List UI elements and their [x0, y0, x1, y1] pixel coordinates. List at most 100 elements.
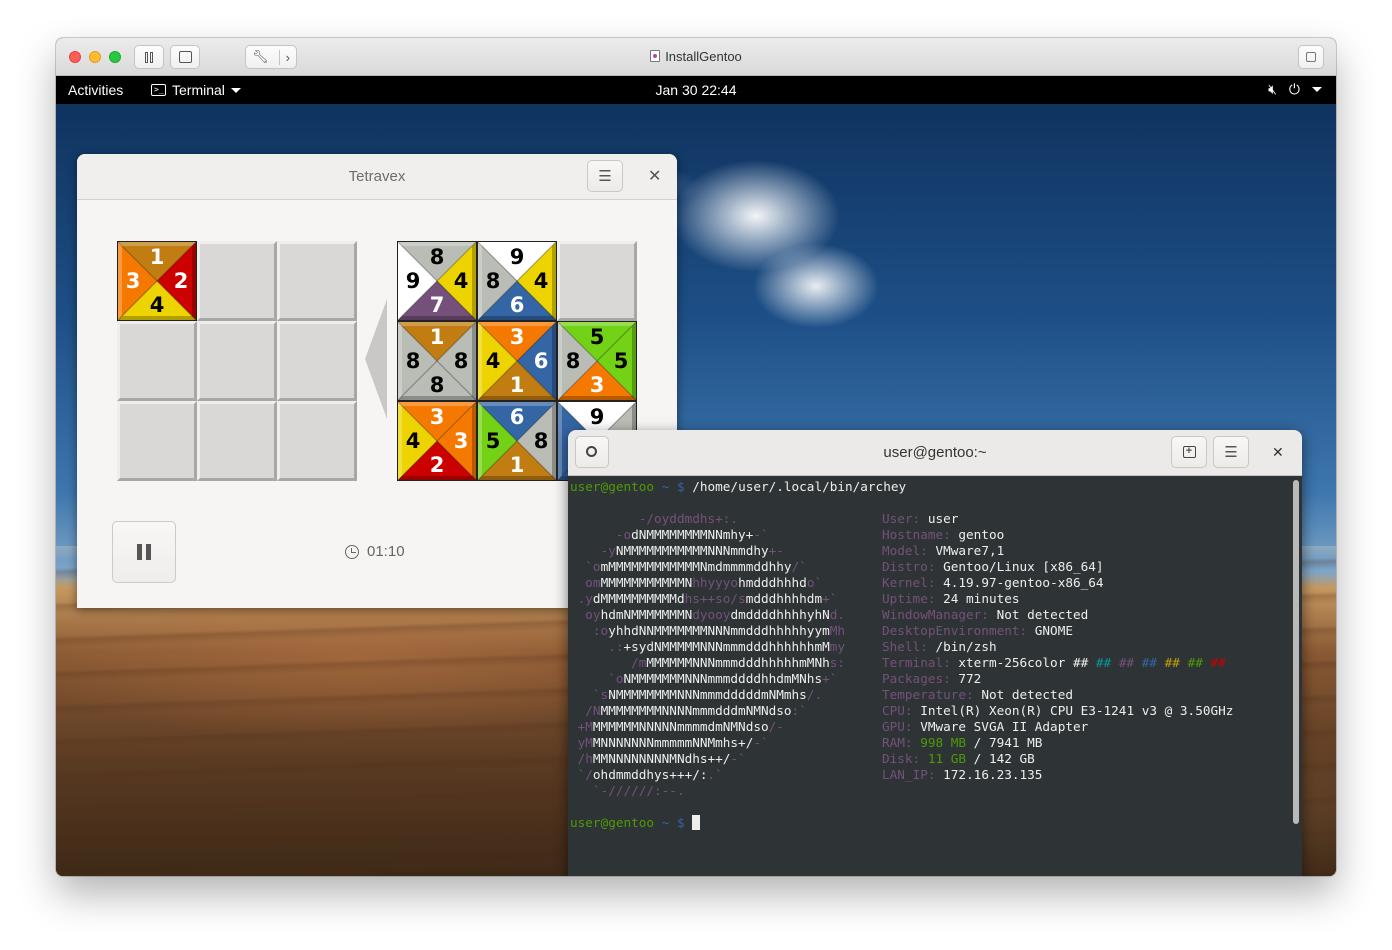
- ascii-art-segment: d.: [829, 607, 846, 622]
- tile-number-left: 8: [405, 349, 421, 373]
- fullscreen-button[interactable]: [1298, 45, 1324, 69]
- empty-slot[interactable]: [117, 401, 197, 481]
- ascii-art-segment: `o: [570, 559, 601, 574]
- system-tray[interactable]: 🔇︎ ⏻: [1268, 81, 1322, 98]
- ascii-art-segment: -/oyddmdhs+:.: [570, 511, 739, 526]
- color-swatch: ##: [1164, 655, 1180, 670]
- info-value: VMware7,1: [935, 543, 1005, 558]
- empty-slot[interactable]: [277, 321, 357, 401]
- ascii-art-segment: MMNNNNNNNNMNdhs++/: [592, 751, 731, 766]
- tile-number-bottom: 2: [429, 453, 445, 477]
- ascii-art-segment: dMMMMMMMMMMd: [592, 591, 685, 606]
- terminal-line: user@gentoo ~ $: [570, 815, 1290, 831]
- tile[interactable]: 1243: [117, 241, 197, 321]
- info-value: 772: [958, 671, 982, 686]
- game-timer: 01:10: [345, 543, 405, 560]
- menu-button[interactable]: ☰: [1213, 436, 1249, 468]
- tile-number-right: 5: [613, 349, 629, 373]
- ascii-art-line: /mMMMMMMNNNmmmdddhhhhhmMNhs:: [570, 655, 882, 671]
- power-icon: ⏻: [1288, 81, 1300, 97]
- ascii-art-segment: .y: [570, 591, 593, 606]
- ascii-art-segment: hmdddhhhd: [738, 575, 807, 590]
- vm-window: 🔧︎ › InstallGentoo Activities >_ Termina…: [56, 38, 1336, 876]
- tile-number-top: 9: [589, 405, 605, 429]
- ascii-art-segment: -`: [730, 751, 746, 766]
- info-value: GNOME: [1034, 623, 1073, 638]
- prompt-user: user@gentoo: [570, 479, 655, 494]
- terminal-line: `/ohdmmddhys+++/:.` LAN_IP: 172.16.23.135: [570, 767, 1290, 783]
- empty-slot[interactable]: [277, 241, 357, 321]
- terminal-line: `omMMMMMMMMMMMMNmdmmmmddhhy/` Distro: Gen…: [570, 559, 1290, 575]
- info-value: user: [927, 511, 959, 526]
- info-value: xterm-256color ##: [958, 655, 1089, 670]
- ascii-art-segment: .`: [707, 767, 723, 782]
- hamburger-icon: ☰: [598, 168, 612, 185]
- tile-number-right: 2: [173, 269, 189, 293]
- tile[interactable]: 9468: [477, 241, 557, 321]
- ascii-art-line: -/oyddmdhs+:.: [570, 511, 882, 527]
- tetravex-header: Tetravex ☰ ✕: [77, 154, 677, 200]
- ascii-art-line: :oyhhdNNMMMMMMMNNNmmdddhhhhhyymMh: [570, 623, 882, 639]
- terminal-output[interactable]: user@gentoo ~ $ /home/user/.local/bin/ar…: [568, 476, 1290, 876]
- tile[interactable]: 1888: [397, 321, 477, 401]
- info-value: 24 minutes: [943, 591, 1020, 606]
- tile[interactable]: 5538: [557, 321, 637, 401]
- terminal-line: `-//////:--.: [570, 783, 1290, 799]
- terminal-line: -/oyddmdhs+:. User: user: [570, 511, 1290, 527]
- vm-titlebar: 🔧︎ › InstallGentoo: [56, 38, 1336, 76]
- info-key: Model:: [882, 543, 928, 558]
- ascii-art-line: .:+sydNMMMMMNNNmmmdddhhhhhhmMmy: [570, 639, 882, 655]
- ascii-art-segment: `/: [570, 767, 593, 782]
- ascii-art-segment: +`: [822, 671, 838, 686]
- fullscreen-icon: [1306, 52, 1316, 62]
- tile[interactable]: 3324: [397, 401, 477, 481]
- empty-slot[interactable]: [117, 321, 197, 401]
- empty-slot[interactable]: [197, 321, 277, 401]
- color-swatch: ##: [1141, 655, 1158, 670]
- close-icon[interactable]: ✕: [1272, 444, 1284, 461]
- clock[interactable]: Jan 30 22:44: [56, 82, 1336, 98]
- terminal-header: user@gentoo:~ + ☰ ✕: [568, 430, 1302, 476]
- ascii-art-segment: :`: [791, 703, 807, 718]
- new-tab-button[interactable]: +: [1171, 436, 1207, 468]
- tile-number-top: 6: [509, 405, 525, 429]
- tile-number-top: 3: [509, 325, 525, 349]
- volume-muted-icon: 🔇︎: [1268, 81, 1277, 97]
- tile-number-left: 4: [405, 429, 421, 453]
- menu-button[interactable]: ☰: [587, 160, 623, 192]
- empty-slot[interactable]: [197, 401, 277, 481]
- disk-total: / 142 GB: [966, 751, 1035, 766]
- ascii-art-line: -odNMMMMMMMMNNmhy+-`: [570, 527, 882, 543]
- ascii-art-segment: :o: [570, 623, 609, 638]
- ascii-art-segment: /`: [791, 559, 807, 574]
- tile-number-bottom: 6: [509, 293, 525, 317]
- tile[interactable]: 8479: [397, 241, 477, 321]
- empty-slot[interactable]: [197, 241, 277, 321]
- tile-number-bottom: 3: [589, 373, 605, 397]
- pause-button[interactable]: [112, 521, 176, 583]
- command-text: /home/user/.local/bin/archey: [692, 479, 907, 494]
- scrollbar[interactable]: [1293, 480, 1299, 824]
- chevron-down-icon: [1312, 87, 1322, 92]
- color-swatch: ##: [1210, 655, 1226, 670]
- empty-slot[interactable]: [557, 241, 637, 321]
- move-left-arrow[interactable]: [365, 299, 387, 419]
- ascii-art-line: oyhdmNMMMMMMMNdyooydmddddhhhhyhNd.: [570, 607, 882, 623]
- terminal-line: :oyhhdNNMMMMMMMNNNmmdddhhhhhyymMh Desktop…: [570, 623, 1290, 639]
- tile-number-top: 9: [509, 245, 525, 269]
- info-key: Shell:: [882, 639, 928, 654]
- info-key: Kernel:: [882, 575, 936, 590]
- empty-slot[interactable]: [277, 401, 357, 481]
- tile[interactable]: 3614: [477, 321, 557, 401]
- info-value: gentoo: [958, 527, 1005, 542]
- ascii-art-line: `-//////:--.: [570, 783, 882, 799]
- close-icon[interactable]: ✕: [648, 166, 661, 186]
- ascii-art-segment: -o: [570, 527, 632, 542]
- text-cursor: [692, 815, 701, 830]
- tile[interactable]: 6815: [477, 401, 557, 481]
- ascii-art-segment: +sydNMMMMMNNNmmmdddhhhhhhmM: [623, 639, 830, 654]
- info-value: VMware SVGA II Adapter: [920, 719, 1089, 734]
- hamburger-icon: ☰: [1224, 444, 1238, 461]
- ascii-art-segment: /-: [768, 719, 784, 734]
